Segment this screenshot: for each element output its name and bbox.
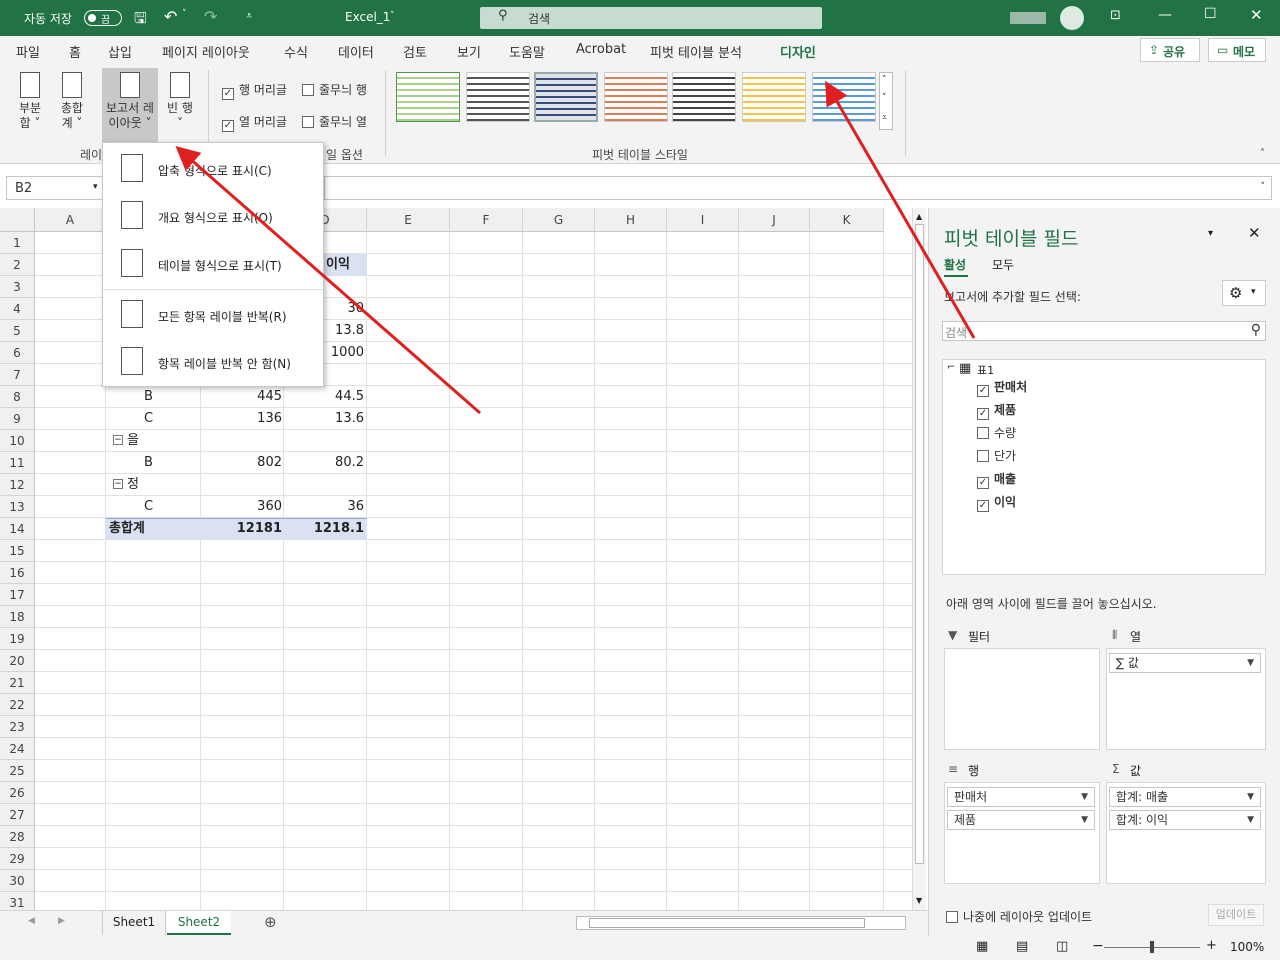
arrow-to-report-layout — [175, 146, 481, 415]
annotation-arrows — [175, 80, 976, 415]
arrow-to-design-styles — [824, 80, 976, 339]
